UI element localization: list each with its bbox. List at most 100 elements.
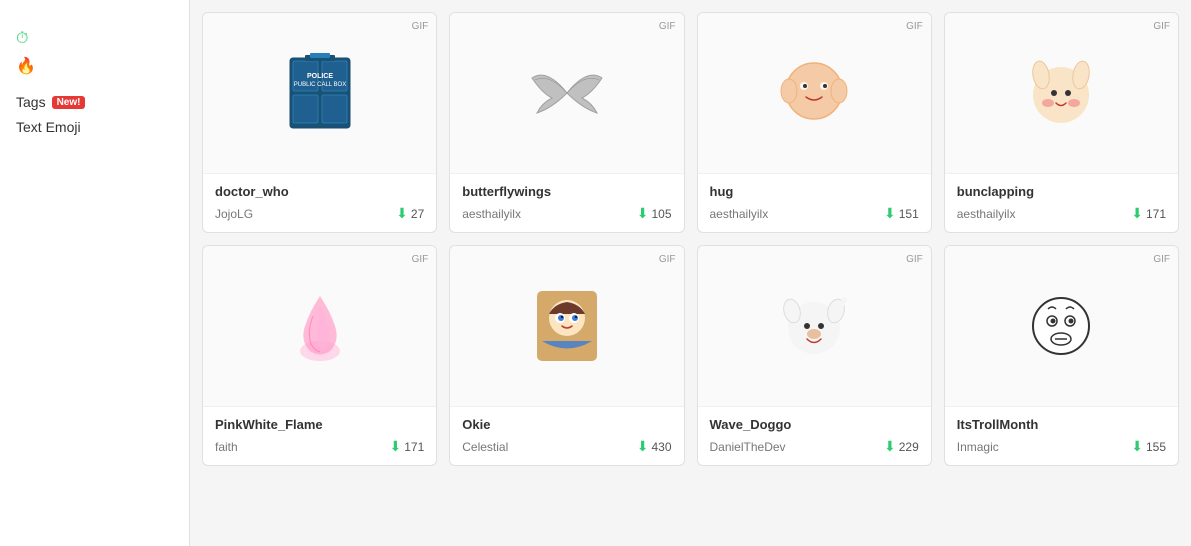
card-author: aesthailyilx: [710, 207, 769, 221]
gif-badge: GIF: [1153, 254, 1170, 265]
sticker-grid: GIF POLICE PUBLIC CALL BOX doctor_who Jo…: [202, 12, 1179, 466]
card-meta: aesthailyilx ⬇ 105: [462, 205, 671, 222]
card-downloads: ⬇ 151: [884, 205, 919, 222]
sticker-card[interactable]: GIF butterflywings aesthailyilx ⬇ 105: [449, 12, 684, 233]
card-image-area: GIF: [698, 13, 931, 173]
tags-label: Tags: [16, 94, 46, 110]
card-meta: aesthailyilx ⬇ 151: [710, 205, 919, 222]
card-downloads: ⬇ 155: [1131, 438, 1166, 455]
gif-badge: GIF: [412, 21, 429, 32]
card-author: Celestial: [462, 440, 508, 454]
card-body: Okie Celestial ⬇ 430: [450, 406, 683, 465]
sticker-image: POLICE PUBLIC CALL BOX: [280, 53, 360, 133]
sticker-image: [1021, 286, 1101, 366]
card-meta: JojoLG ⬇ 27: [215, 205, 424, 222]
card-title: butterflywings: [462, 184, 671, 199]
download-count: 105: [651, 207, 671, 221]
gif-badge: GIF: [412, 254, 429, 265]
sticker-image: [774, 286, 854, 366]
sidebar-item-text-emoji[interactable]: Text Emoji: [16, 119, 173, 135]
download-icon: ⬇: [637, 438, 649, 455]
sticker-card[interactable]: GIF ItsTrollMonth Inmagic ⬇ 155: [944, 245, 1179, 466]
card-body: doctor_who JojoLG ⬇ 27: [203, 173, 436, 232]
card-title: ItsTrollMonth: [957, 417, 1166, 432]
gif-badge: GIF: [659, 254, 676, 265]
card-title: doctor_who: [215, 184, 424, 199]
sort-popular[interactable]: 🔥: [16, 56, 173, 76]
card-body: butterflywings aesthailyilx ⬇ 105: [450, 173, 683, 232]
card-body: hug aesthailyilx ⬇ 151: [698, 173, 931, 232]
card-author: DanielTheDev: [710, 440, 786, 454]
gif-badge: GIF: [659, 21, 676, 32]
text-emoji-label: Text Emoji: [16, 119, 81, 135]
card-body: bunclapping aesthailyilx ⬇ 171: [945, 173, 1178, 232]
card-image-area: GIF POLICE PUBLIC CALL BOX: [203, 13, 436, 173]
sticker-image: [527, 286, 607, 366]
card-author: aesthailyilx: [462, 207, 521, 221]
gif-badge: GIF: [906, 21, 923, 32]
download-icon: ⬇: [1131, 205, 1143, 222]
sticker-image: [280, 286, 360, 366]
download-count: 171: [1146, 207, 1166, 221]
card-body: Wave_Doggo DanielTheDev ⬇ 229: [698, 406, 931, 465]
card-meta: DanielTheDev ⬇ 229: [710, 438, 919, 455]
download-icon: ⬇: [1131, 438, 1143, 455]
sidebar: ⏱ 🔥 Tags New! Text Emoji: [0, 0, 190, 546]
download-icon: ⬇: [389, 438, 401, 455]
card-title: bunclapping: [957, 184, 1166, 199]
card-downloads: ⬇ 27: [396, 205, 424, 222]
card-meta: faith ⬇ 171: [215, 438, 424, 455]
sticker-card[interactable]: GIF Okie Celestial ⬇ 430: [449, 245, 684, 466]
card-image-area: GIF: [945, 246, 1178, 406]
sidebar-item-tags[interactable]: Tags New!: [16, 94, 173, 110]
card-downloads: ⬇ 430: [637, 438, 672, 455]
download-icon: ⬇: [396, 205, 408, 222]
card-downloads: ⬇ 171: [1131, 205, 1166, 222]
card-meta: Inmagic ⬇ 155: [957, 438, 1166, 455]
sticker-image: [527, 53, 607, 133]
sticker-card[interactable]: GIF bunclapping aesthailyilx ⬇ 171: [944, 12, 1179, 233]
card-image-area: GIF: [698, 246, 931, 406]
card-downloads: ⬇ 171: [389, 438, 424, 455]
recent-icon: ⏱: [16, 30, 28, 48]
download-icon: ⬇: [637, 205, 649, 222]
card-author: JojoLG: [215, 207, 253, 221]
sticker-card[interactable]: GIF hug aesthailyilx ⬇ 151: [697, 12, 932, 233]
card-author: Inmagic: [957, 440, 999, 454]
svg-text:POLICE: POLICE: [307, 73, 333, 80]
popular-icon: 🔥: [16, 56, 36, 76]
card-title: Okie: [462, 417, 671, 432]
card-image-area: GIF: [203, 246, 436, 406]
gif-badge: GIF: [1153, 21, 1170, 32]
card-title: Wave_Doggo: [710, 417, 919, 432]
download-count: 430: [651, 440, 671, 454]
download-count: 229: [899, 440, 919, 454]
download-count: 171: [404, 440, 424, 454]
sticker-image: [774, 53, 854, 133]
card-downloads: ⬇ 229: [884, 438, 919, 455]
card-body: ItsTrollMonth Inmagic ⬇ 155: [945, 406, 1178, 465]
download-count: 155: [1146, 440, 1166, 454]
main-content: GIF POLICE PUBLIC CALL BOX doctor_who Jo…: [190, 0, 1191, 546]
sticker-card[interactable]: GIF PinkWhite_Flame faith ⬇ 171: [202, 245, 437, 466]
sort-recent[interactable]: ⏱: [16, 30, 173, 48]
download-count: 151: [899, 207, 919, 221]
gif-badge: GIF: [906, 254, 923, 265]
card-title: hug: [710, 184, 919, 199]
card-meta: aesthailyilx ⬇ 171: [957, 205, 1166, 222]
card-downloads: ⬇ 105: [637, 205, 672, 222]
sticker-card[interactable]: GIF Wave_Doggo DanielTheDev ⬇ 229: [697, 245, 932, 466]
svg-text:PUBLIC CALL BOX: PUBLIC CALL BOX: [293, 82, 345, 88]
sticker-card[interactable]: GIF POLICE PUBLIC CALL BOX doctor_who Jo…: [202, 12, 437, 233]
card-title: PinkWhite_Flame: [215, 417, 424, 432]
card-image-area: GIF: [450, 13, 683, 173]
card-image-area: GIF: [450, 246, 683, 406]
card-meta: Celestial ⬇ 430: [462, 438, 671, 455]
card-image-area: GIF: [945, 13, 1178, 173]
sticker-image: [1021, 53, 1101, 133]
download-count: 27: [411, 207, 424, 221]
card-author: faith: [215, 440, 238, 454]
download-icon: ⬇: [884, 205, 896, 222]
card-author: aesthailyilx: [957, 207, 1016, 221]
download-icon: ⬇: [884, 438, 896, 455]
